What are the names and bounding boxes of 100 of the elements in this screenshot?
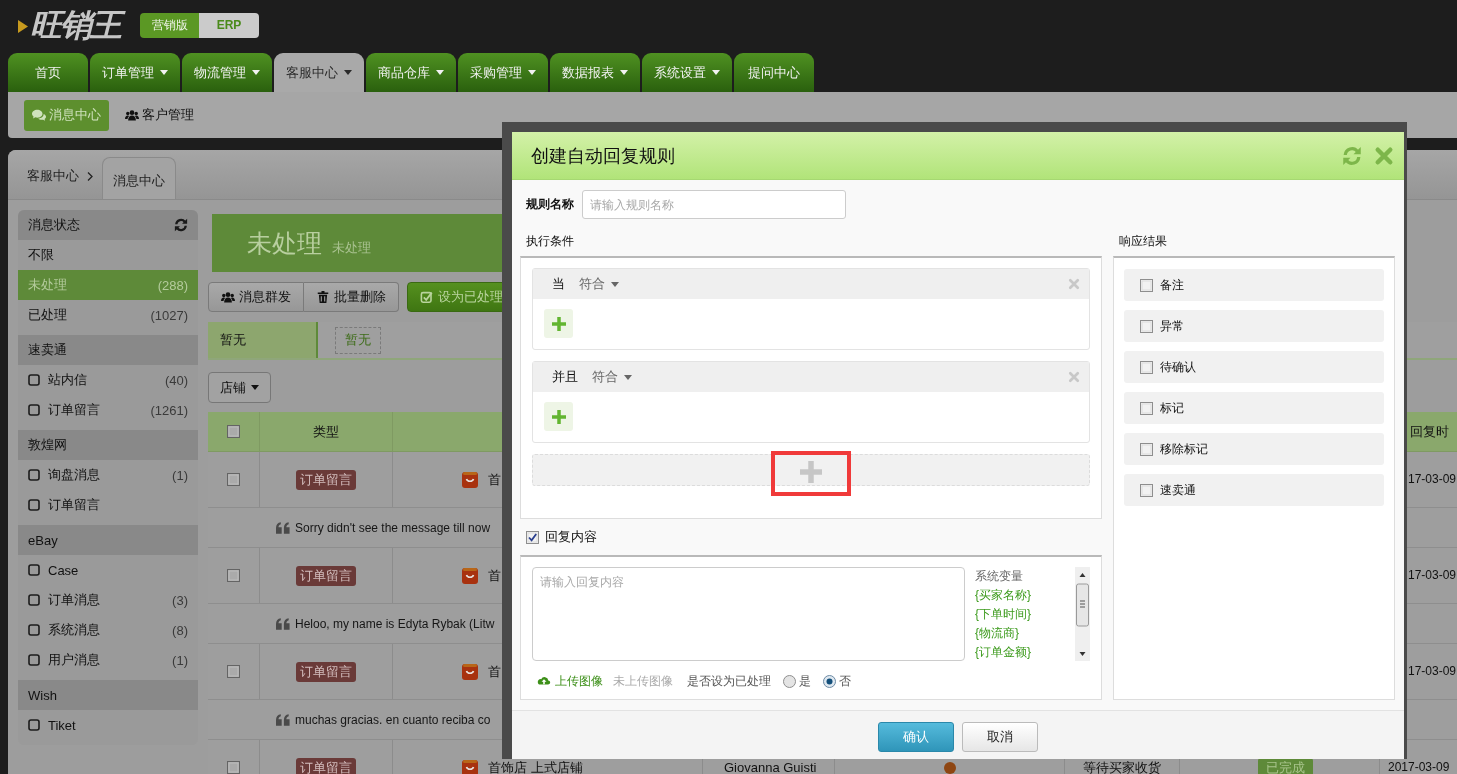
checkbox[interactable] bbox=[227, 425, 240, 438]
toolbar-button[interactable]: 批量删除 bbox=[304, 282, 399, 312]
checkbox[interactable] bbox=[227, 665, 240, 678]
match-dropdown[interactable]: 符合 bbox=[592, 368, 632, 386]
result-option[interactable]: 备注 bbox=[1124, 269, 1384, 301]
group-title: 速卖通 bbox=[28, 341, 67, 359]
checkbox[interactable] bbox=[526, 530, 539, 544]
match-dropdown[interactable]: 符合 bbox=[579, 275, 619, 293]
nav-tab[interactable]: 数据报表 bbox=[550, 53, 640, 92]
shop-name: 首饰店 上式店铺 bbox=[488, 761, 583, 774]
result-option[interactable]: 速卖通 bbox=[1124, 474, 1384, 506]
rule-name-input[interactable]: 请输入规则名称 bbox=[582, 190, 846, 219]
plus-icon[interactable] bbox=[800, 461, 822, 483]
radio-option[interactable]: 是 bbox=[783, 672, 811, 690]
checkbox[interactable] bbox=[28, 654, 40, 666]
variable-link[interactable]: {物流商} bbox=[975, 624, 1019, 643]
cloud-upload-icon bbox=[537, 675, 551, 687]
sidebar-item[interactable]: Tiket bbox=[18, 710, 198, 740]
chat-icon bbox=[32, 109, 46, 121]
checkbox[interactable] bbox=[1140, 483, 1153, 497]
upload-link[interactable]: 上传图像 bbox=[537, 672, 603, 690]
radio-button[interactable] bbox=[823, 674, 836, 688]
reply-textarea[interactable]: 请输入回复内容 bbox=[532, 567, 965, 661]
scrollbar[interactable] bbox=[1075, 567, 1090, 661]
group-title: Wish bbox=[28, 687, 57, 703]
item-count: (8) bbox=[172, 622, 188, 638]
checkbox[interactable] bbox=[1140, 442, 1153, 456]
checkbox[interactable] bbox=[28, 499, 40, 511]
result-option[interactable]: 标记 bbox=[1124, 392, 1384, 424]
checkbox[interactable] bbox=[1140, 401, 1153, 415]
result-option[interactable]: 移除标记 bbox=[1124, 433, 1384, 465]
checkbox[interactable] bbox=[1140, 278, 1153, 292]
quote-icon bbox=[276, 617, 290, 630]
checkbox[interactable] bbox=[1140, 360, 1153, 374]
checkbox[interactable] bbox=[227, 569, 240, 582]
message-text: muchas gracias. en cuanto reciba co bbox=[295, 712, 491, 727]
caret-icon bbox=[624, 374, 632, 380]
result-option[interactable]: 异常 bbox=[1124, 310, 1384, 342]
shop-dropdown[interactable]: 店铺 bbox=[208, 372, 271, 403]
nav-tab[interactable]: 客服中心 bbox=[274, 53, 364, 92]
sidebar-item[interactable]: 站内信 (40) bbox=[18, 365, 198, 395]
variable-link[interactable]: {下单时间} bbox=[975, 605, 1031, 624]
nav-tab[interactable]: 采购管理 bbox=[458, 53, 548, 92]
sidebar-item[interactable]: 订单留言 bbox=[18, 490, 198, 520]
column-header: 类型 bbox=[313, 425, 339, 438]
checkbox[interactable] bbox=[227, 473, 240, 486]
close-icon[interactable] bbox=[1374, 145, 1394, 166]
sidebar-item[interactable]: 不限 bbox=[18, 240, 198, 270]
section-label: 响应结果 bbox=[1119, 232, 1167, 250]
checkbox[interactable] bbox=[227, 761, 240, 774]
nav-tab[interactable]: 商品仓库 bbox=[366, 53, 456, 92]
trash-icon bbox=[316, 291, 330, 303]
item-count: (288) bbox=[157, 277, 188, 293]
sidebar-item[interactable]: 询盘消息 (1) bbox=[18, 460, 198, 490]
nav-tab[interactable]: 订单管理 bbox=[90, 53, 180, 92]
variable-link[interactable]: {买家名称} bbox=[975, 586, 1031, 605]
toolbar-button[interactable]: 消息群发 bbox=[208, 282, 304, 312]
item-count: (1261) bbox=[150, 402, 188, 418]
radio-option[interactable]: 否 bbox=[823, 672, 851, 690]
add-condition-button[interactable] bbox=[544, 309, 573, 338]
checkbox[interactable] bbox=[1140, 319, 1153, 333]
item-count: (40) bbox=[164, 372, 188, 388]
sidebar-item[interactable]: 系统消息 (8) bbox=[18, 615, 198, 645]
filter-label: 暂无 bbox=[208, 322, 318, 358]
date-text: 17-03-09 bbox=[1408, 665, 1457, 678]
dialog-title: 创建自动回复规则 bbox=[531, 144, 676, 168]
checkbox[interactable] bbox=[28, 594, 40, 606]
connector-label: 并且 bbox=[552, 368, 578, 386]
processed-label: 是否设为已处理 bbox=[687, 672, 771, 690]
sidebar-item[interactable]: 订单留言 (1261) bbox=[18, 395, 198, 425]
checkbox[interactable] bbox=[28, 719, 40, 731]
checkbox[interactable] bbox=[28, 624, 40, 636]
upload-status: 未上传图像 bbox=[613, 672, 673, 690]
cancel-button[interactable]: 取消 bbox=[962, 722, 1038, 752]
sidebar-item[interactable]: Case bbox=[18, 555, 198, 585]
reply-toggle[interactable]: 回复内容 bbox=[520, 519, 1102, 555]
nav-tab[interactable]: 首页 bbox=[8, 53, 88, 92]
breadcrumb-link[interactable]: 客服中心 bbox=[27, 167, 79, 199]
nav-tab[interactable]: 系统设置 bbox=[642, 53, 732, 92]
add-condition-button[interactable] bbox=[544, 402, 573, 431]
checkbox[interactable] bbox=[28, 374, 40, 386]
shop-name: 首 bbox=[488, 473, 501, 486]
nav-tab[interactable]: 物流管理 bbox=[182, 53, 272, 92]
checkbox[interactable] bbox=[28, 404, 40, 416]
radio-button[interactable] bbox=[783, 674, 796, 688]
item-count: (1) bbox=[172, 467, 188, 483]
breadcrumb-tab[interactable]: 消息中心 bbox=[102, 157, 176, 199]
chevron-icon bbox=[87, 172, 93, 181]
add-group-bar[interactable] bbox=[532, 454, 1090, 486]
sidebar-item[interactable]: 订单消息 (3) bbox=[18, 585, 198, 615]
sidebar-item[interactable]: 用户消息 (1) bbox=[18, 645, 198, 675]
item-count: (3) bbox=[172, 592, 188, 608]
checkbox[interactable] bbox=[28, 469, 40, 481]
refresh-icon[interactable] bbox=[174, 218, 188, 232]
sidebar-item[interactable]: 已处理 (1027) bbox=[18, 300, 198, 330]
result-option[interactable]: 待确认 bbox=[1124, 351, 1384, 383]
variable-link[interactable]: {订单金额} bbox=[975, 643, 1031, 662]
nav-tab[interactable]: 提问中心 bbox=[734, 53, 814, 92]
checkbox[interactable] bbox=[28, 564, 40, 576]
subnav-button[interactable]: 客户管理 bbox=[117, 99, 202, 131]
